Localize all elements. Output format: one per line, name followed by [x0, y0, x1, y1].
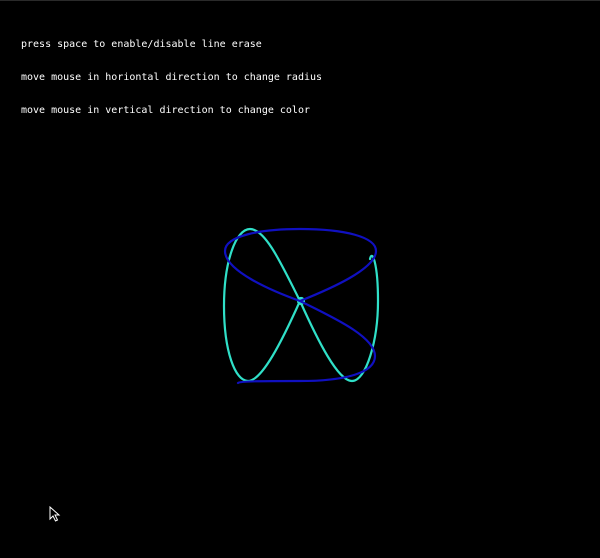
blue-top-lobe	[223, 227, 378, 303]
drawing-canvas[interactable]: press space to enable/disable line erase…	[0, 0, 600, 558]
mouse-pointer-icon	[49, 506, 61, 522]
cyan-left-lobe	[222, 227, 302, 383]
cyan-right-lobe	[298, 254, 380, 383]
curve-drawing	[222, 227, 380, 385]
